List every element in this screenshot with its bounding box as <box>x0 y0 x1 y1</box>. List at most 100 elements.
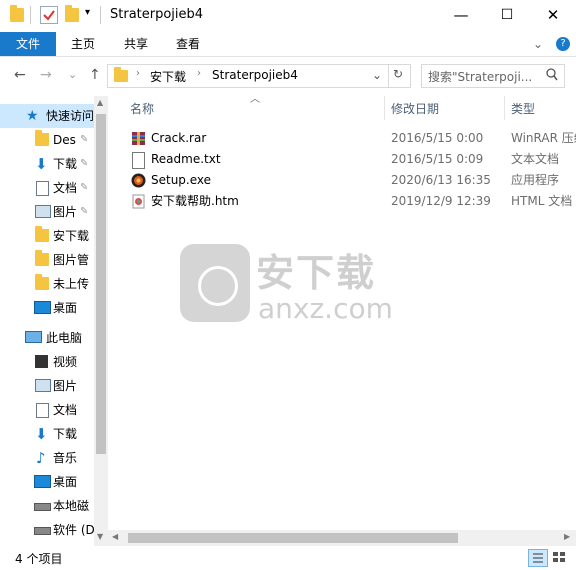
sidebar-item-documents[interactable]: 文档 <box>0 398 94 422</box>
file-row[interactable]: Readme.txt 2016/5/15 0:09 文本文档 <box>128 149 576 170</box>
file-type: 文本文档 <box>511 152 560 166</box>
sidebar-item-pictures[interactable]: 图片 <box>0 374 94 398</box>
up-button[interactable]: ↑ <box>89 67 101 83</box>
column-header-name[interactable]: 名称 <box>130 100 154 117</box>
breadcrumb-item[interactable]: Straterpojieb4 <box>212 68 298 82</box>
sidebar-item-downloads[interactable]: ⬇ 下载 <box>0 422 94 446</box>
file-date: 2020/6/13 16:35 <box>391 173 491 187</box>
breadcrumb-separator: › <box>197 68 201 79</box>
sidebar-item-label: 本地磁 <box>53 499 90 513</box>
folder-icon <box>35 226 49 242</box>
sidebar-item-label: 软件 (D <box>53 523 94 537</box>
properties-icon[interactable] <box>40 6 58 24</box>
watermark: 安下载 anxz.com <box>178 238 408 328</box>
sidebar-item-desktop-pc[interactable]: 桌面 <box>0 470 94 494</box>
file-name[interactable]: Setup.exe <box>151 170 211 191</box>
sidebar-item-this-pc[interactable]: 此电脑 <box>0 326 94 350</box>
search-input[interactable]: 搜索"Straterpoji... <box>428 68 532 85</box>
sidebar-scrollbar[interactable]: ▲ ▼ <box>94 96 108 546</box>
file-date: 2016/5/15 0:09 <box>391 152 484 166</box>
status-bar: 4 个项目 <box>0 546 576 570</box>
folder-icon <box>10 5 24 22</box>
picture-icon <box>35 205 51 218</box>
customize-toolbar-icon[interactable]: ▾ <box>85 7 90 18</box>
column-header-date[interactable]: 修改日期 <box>391 100 439 117</box>
video-icon <box>35 355 48 368</box>
sidebar-item-videos[interactable]: 视频 <box>0 350 94 374</box>
recent-locations-button[interactable]: ⌄ <box>68 68 77 81</box>
watermark-domain: anxz.com <box>258 292 393 325</box>
scroll-up-icon[interactable]: ▲ <box>97 98 103 107</box>
sidebar-item-downloads-pinned[interactable]: ⬇ 下载 ✎ <box>0 152 94 176</box>
drive-icon <box>34 503 51 511</box>
tab-view[interactable]: 查看 <box>164 32 212 56</box>
sidebar-item-desktop[interactable]: 桌面 <box>0 296 94 320</box>
document-icon <box>36 403 49 418</box>
scrollbar-thumb[interactable] <box>96 114 106 454</box>
back-button[interactable]: ← <box>14 67 26 83</box>
tab-file[interactable]: 文件 <box>0 32 56 56</box>
large-icons-view-icon[interactable] <box>551 550 567 564</box>
scroll-down-icon[interactable]: ▼ <box>97 532 103 541</box>
address-bar[interactable]: › 安下载 › Straterpojieb4 ⌄ ↻ <box>107 64 411 88</box>
new-folder-icon[interactable] <box>65 5 79 22</box>
sidebar-item-label: 未上传 <box>53 277 90 291</box>
sidebar-item-anxz[interactable]: 安下载 <box>0 224 94 248</box>
sidebar-item-label: 下载 <box>53 157 78 171</box>
minimize-button[interactable]: — <box>438 0 484 30</box>
sidebar-item-pictures-pinned[interactable]: 图片 ✎ <box>0 200 94 224</box>
divider <box>388 65 389 87</box>
folder-icon <box>35 130 49 146</box>
sidebar-item-label: 桌面 <box>53 475 78 489</box>
window-title: Straterpojieb4 <box>110 7 204 22</box>
expand-ribbon-icon[interactable]: ⌄ <box>530 32 546 56</box>
horizontal-scrollbar[interactable]: ◀ ▶ <box>108 530 576 546</box>
folder-icon <box>35 250 49 266</box>
search-icon[interactable] <box>546 68 558 85</box>
download-icon: ⬇ <box>35 425 48 443</box>
sidebar-item-label: 桌面 <box>53 301 78 315</box>
desktop-icon <box>34 301 51 314</box>
sidebar-item-label: 图片 <box>53 205 78 219</box>
sidebar-item-desktop-pinned[interactable]: Des ✎ <box>0 128 94 152</box>
sidebar-item-not-uploaded[interactable]: 未上传 <box>0 272 94 296</box>
file-row[interactable]: Crack.rar 2016/5/15 0:00 WinRAR 压缩 <box>128 128 576 149</box>
file-row[interactable]: Setup.exe 2020/6/13 16:35 应用程序 <box>128 170 576 191</box>
forward-button[interactable]: → <box>40 67 52 83</box>
text-file-icon <box>132 152 145 169</box>
sidebar-item-local-disk[interactable]: 本地磁 <box>0 494 94 518</box>
scroll-right-icon[interactable]: ▶ <box>564 532 570 541</box>
address-dropdown-button[interactable]: ⌄ <box>372 68 382 82</box>
maximize-button[interactable]: ☐ <box>484 0 530 30</box>
column-header-type[interactable]: 类型 <box>511 100 535 117</box>
file-date: 2016/5/15 0:00 <box>391 131 484 145</box>
breadcrumb-item[interactable]: 安下载 <box>150 68 186 85</box>
tab-share[interactable]: 共享 <box>112 32 160 56</box>
sidebar-item-quick-access[interactable]: ★ 快速访问 <box>0 104 94 128</box>
file-row[interactable]: 安下载帮助.htm 2019/12/9 12:39 HTML 文档 <box>128 191 576 212</box>
pin-icon: ✎ <box>80 206 89 217</box>
refresh-button[interactable]: ↻ <box>393 67 403 81</box>
column-divider[interactable] <box>384 96 385 120</box>
close-button[interactable]: ✕ <box>530 0 576 30</box>
search-box[interactable]: 搜索"Straterpoji... <box>421 64 565 88</box>
scroll-left-icon[interactable]: ◀ <box>112 532 118 541</box>
file-type: HTML 文档 <box>511 194 573 208</box>
details-view-icon[interactable] <box>528 549 548 567</box>
sidebar-item-documents-pinned[interactable]: 文档 ✎ <box>0 176 94 200</box>
drive-icon <box>34 527 51 535</box>
tab-home[interactable]: 主页 <box>58 32 108 56</box>
sidebar-item-picture-mgmt[interactable]: 图片管 <box>0 248 94 272</box>
sidebar-item-label: Des <box>53 133 76 147</box>
sidebar-item-label: 下载 <box>53 427 78 441</box>
scrollbar-thumb[interactable] <box>128 533 458 543</box>
file-name[interactable]: Readme.txt <box>151 149 221 170</box>
winrar-icon <box>131 131 146 146</box>
file-name[interactable]: 安下载帮助.htm <box>151 191 239 212</box>
file-name[interactable]: Crack.rar <box>151 128 206 149</box>
sidebar-item-music[interactable]: ♪ 音乐 <box>0 446 94 470</box>
sidebar-item-software-drive[interactable]: 软件 (D <box>0 518 94 542</box>
column-divider[interactable] <box>504 96 505 120</box>
help-button[interactable]: ? <box>556 37 570 51</box>
sidebar-item-label: 图片管 <box>53 253 90 267</box>
